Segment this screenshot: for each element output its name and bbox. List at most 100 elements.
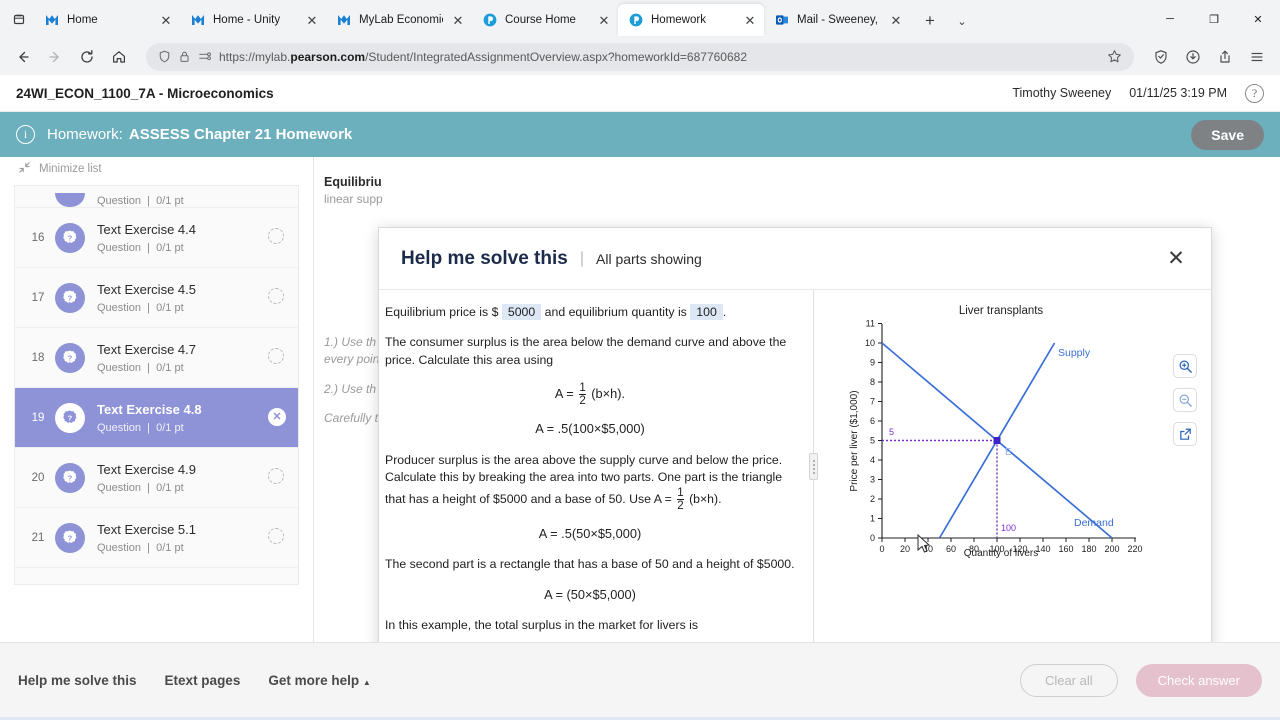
question-meta: Question | 0/1 pt [97,195,184,207]
zoom-in-icon[interactable] [1173,354,1197,378]
etext-pages-link[interactable]: Etext pages [165,673,241,688]
question-badge-icon: ? [55,342,85,373]
minimize-icon [18,161,31,177]
help-me-solve-this-link[interactable]: Help me solve this [18,673,137,688]
svg-text:100: 100 [989,544,1004,554]
question-title: Text Exercise 4.9 [97,462,196,478]
question-status-incomplete [268,287,288,308]
pearson-icon [482,12,498,28]
help-icon[interactable]: ? [1245,83,1264,103]
question-status-incomplete [268,527,288,548]
browser-tab-4-active[interactable]: Homework ✕ [618,4,764,36]
forward-arrow-icon[interactable] [40,42,70,72]
save-button[interactable]: Save [1191,119,1264,150]
svg-text:?: ? [68,413,73,422]
tab-list-chevron-down-icon[interactable]: ⌄ [948,7,976,35]
back-arrow-icon[interactable] [8,42,38,72]
home-icon[interactable] [104,42,134,72]
new-tab-button[interactable]: + [916,7,944,35]
address-bar[interactable]: https://mylab.pearson.com/Student/Integr… [146,42,1134,71]
maximize-window-button[interactable]: ❐ [1192,4,1236,34]
tab-close-icon[interactable]: ✕ [742,12,758,28]
browser-tab-0[interactable]: Home ✕ [34,4,180,36]
list-item-18[interactable]: 18 ? Text Exercise 4.7 Question | 0/1 pt [15,328,298,388]
svg-text:180: 180 [1081,544,1096,554]
reload-icon[interactable] [72,42,102,72]
tab-strip: Home ✕ Home - Unity ✕ MyLab Economics As… [0,0,1280,38]
question-badge-icon: ? [55,222,85,253]
equilibrium-statement: Equilibrium price is $ 5000 and equilibr… [385,304,727,320]
pearson-header: 24WI_ECON_1100_7A - Microeconomics Timot… [0,75,1280,112]
graph-panel: Liver transplants Price per liver ($1,00… [814,290,1211,673]
bookmark-star-icon[interactable] [1107,49,1122,64]
downloads-icon[interactable] [1178,42,1208,72]
list-item-17[interactable]: 17 ? Text Exercise 4.5 Question | 0/1 pt [15,268,298,328]
brave-shields-icon[interactable] [1146,42,1176,72]
browser-menu-icon[interactable] [1242,42,1272,72]
list-item-partial[interactable]: Question | 0/1 pt [15,186,298,208]
browser-tab-3[interactable]: Course Home ✕ [472,4,618,36]
course-title: 24WI_ECON_1100_7A - Microeconomics [16,85,274,101]
zoom-out-icon[interactable] [1173,388,1197,412]
svg-text:?: ? [68,473,73,482]
tab-close-icon[interactable]: ✕ [450,12,466,28]
browser-tab-label: Home [67,14,98,26]
tab-close-icon[interactable]: ✕ [596,12,612,28]
svg-text:8: 8 [870,377,875,387]
close-icon[interactable]: ✕ [1163,246,1189,272]
tab-close-icon[interactable]: ✕ [158,12,174,28]
svg-text:?: ? [68,293,73,302]
modal-subtitle: All parts showing [596,250,702,267]
question-text: Text Exercise 4.9 Question | 0/1 pt [97,461,268,493]
question-meta: Question | 0/1 pt [97,421,184,434]
question-meta: Question | 0/1 pt [97,301,184,314]
equilibrium-label: E [1005,447,1012,458]
clear-all-button-page[interactable]: Clear all [1019,663,1118,697]
list-item-19-selected[interactable]: 19 ? Text Exercise 4.8 Question | 0/1 pt… [15,388,298,448]
question-status-close-icon[interactable]: ✕ [268,407,288,428]
question-meta: Question | 0/1 pt [97,481,184,494]
header-datetime: 01/11/25 3:19 PM [1129,86,1227,100]
svg-text:0: 0 [879,544,884,554]
svg-text:?: ? [68,233,73,242]
tab-close-icon[interactable]: ✕ [304,12,320,28]
minimize-window-button[interactable]: ─ [1148,4,1192,34]
question-sidebar: Minimize list Question | 0/1 pt 16 ? Tex… [0,157,314,717]
browser-tab-2[interactable]: MyLab Economics Assignme ✕ [326,4,472,36]
share-icon[interactable] [1210,42,1240,72]
browser-chrome: Home ✕ Home - Unity ✕ MyLab Economics As… [0,0,1280,75]
question-status-incomplete [268,467,288,488]
list-item-21[interactable]: 21 ? Text Exercise 5.1 Question | 0/1 pt [15,508,298,568]
chart-title: Liver transplants [959,305,1044,317]
minimize-list-button[interactable]: Minimize list [0,157,313,181]
producer-surplus-paragraph: Producer surplus is the area above the s… [385,452,783,512]
y-axis-label: Price per liver ($1,000) [849,390,860,491]
list-item-16[interactable]: 16 ? Text Exercise 4.4 Question | 0/1 pt [15,208,298,268]
browser-tab-1[interactable]: Home - Unity ✕ [180,4,326,36]
liver-transplants-chart[interactable]: Liver transplants Price per liver ($1,00… [834,298,1164,568]
get-more-help-link[interactable]: Get more help ▲ [268,673,370,688]
open-external-icon[interactable] [1173,422,1197,446]
tab-close-icon[interactable]: ✕ [888,12,904,28]
svg-text:7: 7 [870,397,875,407]
equilibrium-price-value: 5000 [501,304,542,320]
consumer-surplus-calculation: A = .5(100×$5,000) [535,421,645,437]
svg-text:11: 11 [866,319,875,329]
list-item-20[interactable]: 20 ? Text Exercise 4.9 Question | 0/1 pt [15,448,298,508]
page-body: i Homework: ASSESS Chapter 21 Homework S… [0,112,1280,720]
shield-icon [158,50,171,63]
close-window-button[interactable]: ✕ [1236,4,1280,34]
browser-tab-5[interactable]: Mail - Sweeney, Timothy - O ✕ [764,4,910,36]
question-text: Question | 0/1 pt [97,193,268,207]
svg-text:4: 4 [870,455,875,465]
question-list[interactable]: Question | 0/1 pt 16 ? Text Exercise 4.4… [14,185,299,585]
vertical-tabs-icon[interactable] [4,4,34,34]
check-answer-button-page[interactable]: Check answer [1135,663,1262,697]
question-number: 21 [31,531,45,544]
rectangle-paragraph: The second part is a rectangle that has … [385,556,795,571]
question-status-incomplete [268,227,288,248]
info-icon[interactable]: i [16,125,35,144]
svg-text:?: ? [68,353,73,362]
permissions-icon[interactable] [198,50,212,63]
browser-tab-label: MyLab Economics Assignme [359,14,443,26]
